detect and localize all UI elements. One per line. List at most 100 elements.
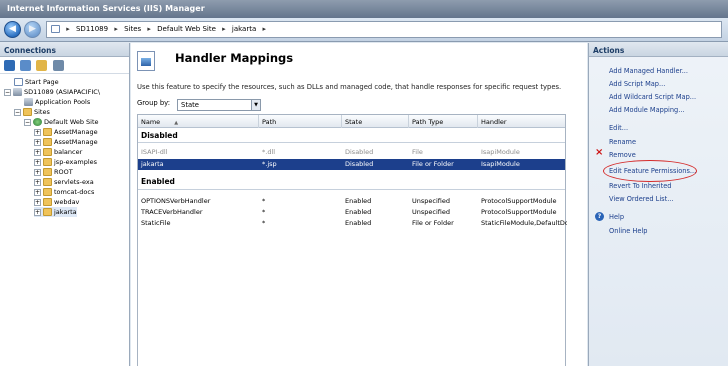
breadcrumb-app[interactable]: jakarta <box>232 25 256 33</box>
tree-item-selected[interactable]: + jakarta <box>34 207 77 217</box>
column-header-name[interactable]: Name ▲ <box>138 115 259 128</box>
group-by-value: State <box>181 101 199 109</box>
edit-feature-permissions-link[interactable]: Edit Feature Permissions... <box>609 167 696 175</box>
breadcrumb-separator: ▸ <box>66 25 70 33</box>
connections-title: Connections <box>0 43 129 57</box>
collapse-icon[interactable]: − <box>4 88 11 96</box>
breadcrumb-sites[interactable]: Sites <box>124 25 141 33</box>
server-icon <box>13 88 22 96</box>
connect-icon[interactable] <box>4 60 15 71</box>
tree-start-page[interactable]: Start Page <box>14 77 59 87</box>
breadcrumb-root-icon <box>51 25 60 33</box>
add-wildcard-script-map-link[interactable]: Add Wildcard Script Map... <box>609 93 696 101</box>
tree-item[interactable]: + ROOT <box>34 167 73 177</box>
expand-icon[interactable]: + <box>34 158 41 166</box>
table-row-selected[interactable]: jakarta *.jsp Disabled File or Folder Is… <box>138 159 565 170</box>
expand-icon[interactable]: + <box>34 178 41 186</box>
sites-icon <box>23 108 32 116</box>
collapse-icon[interactable]: − <box>14 108 21 116</box>
folder-icon <box>43 128 52 136</box>
expand-icon[interactable]: + <box>34 148 41 156</box>
column-header-path[interactable]: Path <box>259 115 342 128</box>
expand-icon[interactable]: + <box>34 188 41 196</box>
column-header-path-type[interactable]: Path Type <box>409 115 478 128</box>
breadcrumb-separator: ▸ <box>222 25 226 33</box>
add-managed-handler-link[interactable]: Add Managed Handler... <box>609 67 688 75</box>
tree-item[interactable]: + servlets-exa <box>34 177 94 187</box>
page-title: Handler Mappings <box>175 51 294 65</box>
remove-icon: × <box>595 147 604 158</box>
group-divider <box>138 142 565 143</box>
revert-to-inherited-link[interactable]: Revert To Inherited <box>609 182 671 190</box>
handler-mappings-icon <box>137 51 155 71</box>
globe-icon <box>33 118 42 126</box>
breadcrumb-separator: ▸ <box>147 25 151 33</box>
rename-link[interactable]: Rename <box>609 138 636 146</box>
table-row[interactable]: StaticFile * Enabled File or Folder Stat… <box>138 218 567 229</box>
column-header-state[interactable]: State <box>342 115 409 128</box>
tree-server[interactable]: − SD11089 (ASIAPACIFIC\ <box>4 87 100 97</box>
sort-ascending-icon: ▲ <box>174 120 179 126</box>
tree-item[interactable]: + balancer <box>34 147 82 157</box>
folder-icon <box>43 178 52 186</box>
forward-button[interactable]: ▶ <box>24 21 41 38</box>
group-header: Enabled <box>141 177 175 186</box>
breadcrumb-separator: ▸ <box>262 25 266 33</box>
add-module-mapping-link[interactable]: Add Module Mapping... <box>609 106 685 114</box>
window-title-bar: Internet Information Services (IIS) Mana… <box>0 0 728 18</box>
features-pane: Handler Mappings Use this feature to spe… <box>131 43 587 366</box>
breadcrumb-separator: ▸ <box>114 25 118 33</box>
online-help-link[interactable]: Online Help <box>609 227 647 235</box>
connections-pane: Connections Start Page − SD11089 (ASIAPAC… <box>0 43 130 366</box>
table-row[interactable]: ISAPI-dll *.dll Disabled File IsapiModul… <box>138 147 565 158</box>
chevron-down-icon[interactable]: ▼ <box>251 100 260 110</box>
connections-toolbar <box>0 57 129 74</box>
tree-sites[interactable]: − Sites <box>14 107 50 117</box>
tree-app-pools[interactable]: Application Pools <box>24 97 90 107</box>
folder-icon <box>43 198 52 206</box>
save-icon[interactable] <box>20 60 32 71</box>
folder-icon <box>43 158 52 166</box>
breadcrumb-server[interactable]: SD11089 <box>76 25 108 33</box>
breadcrumb-site[interactable]: Default Web Site <box>157 25 216 33</box>
tree-item[interactable]: + jsp-examples <box>34 157 97 167</box>
folder-icon <box>43 188 52 196</box>
collapse-icon[interactable]: − <box>24 118 31 126</box>
table-header: Name ▲ Path State Path Type Handler <box>138 115 565 128</box>
group-divider <box>138 189 565 190</box>
breadcrumb[interactable]: ▸ SD11089 ▸ Sites ▸ Default Web Site ▸ j… <box>46 21 722 38</box>
table-row[interactable]: TRACEVerbHandler * Enabled Unspecified P… <box>138 207 565 218</box>
expand-icon[interactable]: + <box>34 208 41 216</box>
folder-icon <box>43 138 52 146</box>
group-header: Disabled <box>141 131 178 140</box>
tree-item[interactable]: + tomcat-docs <box>34 187 94 197</box>
disconnect-icon[interactable] <box>52 60 64 71</box>
tree-item[interactable]: + webdav <box>34 197 79 207</box>
edit-link[interactable]: Edit... <box>609 124 628 132</box>
actions-pane: Actions Add Managed Handler... Add Scrip… <box>588 43 728 366</box>
folder-icon <box>43 168 52 176</box>
expand-icon[interactable]: + <box>34 168 41 176</box>
expand-icon[interactable]: + <box>34 138 41 146</box>
up-icon[interactable] <box>36 60 48 71</box>
column-header-handler[interactable]: Handler <box>478 115 567 128</box>
group-by-select[interactable]: State ▼ <box>177 99 261 111</box>
back-button[interactable]: ◀ <box>4 21 21 38</box>
help-link[interactable]: Help <box>609 213 624 221</box>
group-by-label: Group by: <box>137 99 170 107</box>
expand-icon[interactable]: + <box>34 128 41 136</box>
handler-mappings-table: Name ▲ Path State Path Type Handler Disa… <box>137 114 567 366</box>
remove-link[interactable]: Remove <box>609 151 636 159</box>
actions-title: Actions <box>589 43 728 57</box>
tree-default-web-site[interactable]: − Default Web Site <box>24 117 99 127</box>
add-script-map-link[interactable]: Add Script Map... <box>609 80 665 88</box>
view-ordered-list-link[interactable]: View Ordered List... <box>609 195 674 203</box>
tree-item[interactable]: + AssetManage <box>34 127 98 137</box>
app-pools-icon <box>24 98 33 106</box>
table-row[interactable]: OPTIONSVerbHandler * Enabled Unspecified… <box>138 196 565 207</box>
tree-item[interactable]: + AssetManage <box>34 137 98 147</box>
start-page-icon <box>14 78 23 86</box>
expand-icon[interactable]: + <box>34 198 41 206</box>
help-icon: ? <box>595 212 604 221</box>
address-bar: ◀ ▶ ▸ SD11089 ▸ Sites ▸ Default Web Site… <box>0 18 728 42</box>
